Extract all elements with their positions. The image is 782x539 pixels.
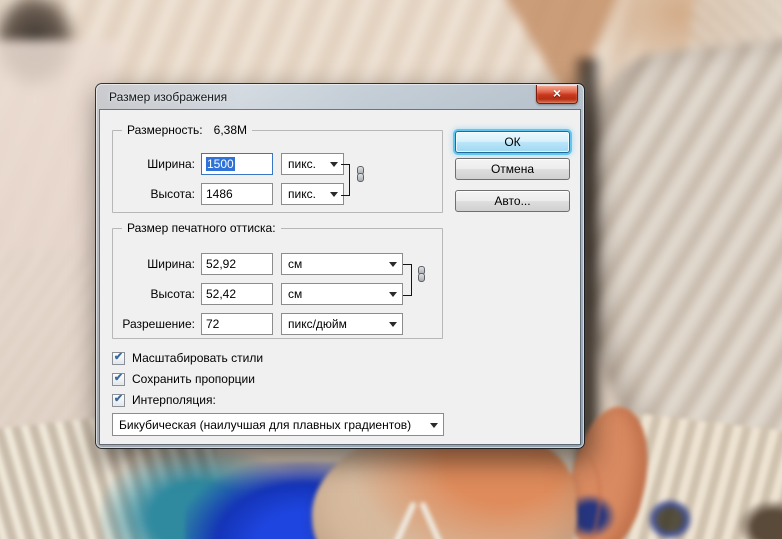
desktop: Размер изображения × Размерность: 6,38M … <box>0 0 782 539</box>
yarn-texture-top-right <box>679 0 782 148</box>
close-button[interactable]: × <box>536 85 578 104</box>
pixel-height-row: Высота: пикс. <box>121 183 344 205</box>
pixel-width-unit-select[interactable]: пикс. <box>281 153 344 175</box>
constrain-proportions-label: Сохранить пропорции <box>132 372 255 386</box>
constrain-proportions-row: ✔ Сохранить пропорции <box>112 372 255 386</box>
white-string-right <box>419 501 447 539</box>
yarn-strands-bottom-right <box>590 409 782 539</box>
print-width-row: Ширина: см <box>121 253 403 275</box>
print-width-input[interactable] <box>201 253 273 275</box>
print-width-unit: см <box>288 257 303 271</box>
ok-button[interactable]: ОК <box>455 131 570 153</box>
dropdown-arrow-icon <box>389 292 397 301</box>
print-height-unit: см <box>288 287 303 301</box>
print-height-input[interactable] <box>201 283 273 305</box>
scale-styles-label: Масштабировать стили <box>132 351 264 365</box>
print-size-group: Размер печатного оттиска: Ширина: см Выс… <box>112 221 443 339</box>
dropdown-arrow-icon <box>389 322 397 331</box>
scale-styles-row: ✔ Масштабировать стили <box>112 351 263 365</box>
yarn-ball-right <box>563 36 782 496</box>
navy-yarn-bits-2 <box>640 492 700 539</box>
constrain-proportions-checkbox[interactable]: ✔ <box>112 372 125 386</box>
dialog-title: Размер изображения <box>109 90 228 104</box>
resolution-row: Разрешение: пикс/дюйм <box>121 313 403 335</box>
titlebar[interactable]: Размер изображения × <box>96 84 584 110</box>
print-size-legend: Размер печатного оттиска: <box>122 221 281 235</box>
dropdown-arrow-icon <box>389 262 397 271</box>
pixel-dimensions-legend: Размерность: 6,38M <box>122 123 252 137</box>
dark-spot-top-left <box>0 0 97 113</box>
print-width-unit-select[interactable]: см <box>281 253 403 275</box>
pixel-height-unit: пикс. <box>288 187 316 201</box>
pixel-dimensions-group: Размерность: 6,38M Ширина: 1500 пикс. Вы… <box>112 123 443 213</box>
print-height-label: Высота: <box>150 287 195 301</box>
cancel-button[interactable]: Отмена <box>455 158 570 180</box>
pixel-dimensions-label: Размерность: <box>127 123 203 137</box>
resample-label: Интерполяция: <box>132 393 216 407</box>
interpolation-value: Бикубическая (наилучшая для плавных град… <box>119 417 412 432</box>
pixel-width-label: Ширина: <box>147 157 195 171</box>
fabric-patch-top-right <box>592 0 782 113</box>
print-height-unit-select[interactable]: см <box>281 283 403 305</box>
pixel-width-input[interactable]: 1500 <box>201 153 273 175</box>
pixel-width-value: 1500 <box>206 157 235 171</box>
link-bracket <box>403 264 412 296</box>
fabric-seam <box>530 446 610 539</box>
link-icon <box>417 266 426 283</box>
resample-row: ✔ Интерполяция: <box>112 393 216 407</box>
print-width-label: Ширина: <box>147 257 195 271</box>
teal-yarn <box>100 448 300 539</box>
image-size-dialog: Размер изображения × Размерность: 6,38M … <box>96 84 584 448</box>
scale-styles-checkbox[interactable]: ✔ <box>112 351 125 365</box>
pixel-height-label: Высота: <box>150 187 195 201</box>
print-size-label: Размер печатного оттиска: <box>127 221 276 235</box>
resolution-unit: пикс/дюйм <box>288 317 347 331</box>
navy-yarn-bits <box>555 486 625 539</box>
resolution-input[interactable] <box>201 313 273 335</box>
resample-checkbox[interactable]: ✔ <box>112 393 125 407</box>
dropdown-arrow-icon <box>330 192 338 201</box>
check-icon: ✔ <box>113 351 124 363</box>
pixel-height-input[interactable] <box>201 183 273 205</box>
file-size-value: 6,38M <box>213 123 247 137</box>
dropdown-arrow-icon <box>430 422 438 432</box>
pixel-width-unit: пикс. <box>288 157 316 171</box>
dialog-body: Размерность: 6,38M Ширина: 1500 пикс. Вы… <box>100 110 580 444</box>
close-icon: × <box>552 85 562 101</box>
white-string-left <box>389 501 417 539</box>
print-height-row: Высота: см <box>121 283 403 305</box>
check-icon: ✔ <box>113 393 124 405</box>
pixel-width-row: Ширина: 1500 пикс. <box>121 153 344 175</box>
resolution-label: Разрешение: <box>122 317 195 331</box>
dropdown-arrow-icon <box>330 162 338 171</box>
link-icon <box>356 166 365 183</box>
link-bracket <box>341 164 350 196</box>
resolution-unit-select[interactable]: пикс/дюйм <box>281 313 403 335</box>
interpolation-select[interactable]: Бикубическая (наилучшая для плавных град… <box>112 413 444 436</box>
check-icon: ✔ <box>113 372 124 384</box>
blue-yarn-ball <box>185 462 385 539</box>
dark-corner-bottom-right <box>728 492 782 539</box>
pixel-height-unit-select[interactable]: пикс. <box>281 183 344 205</box>
auto-button[interactable]: Авто... <box>455 190 570 212</box>
